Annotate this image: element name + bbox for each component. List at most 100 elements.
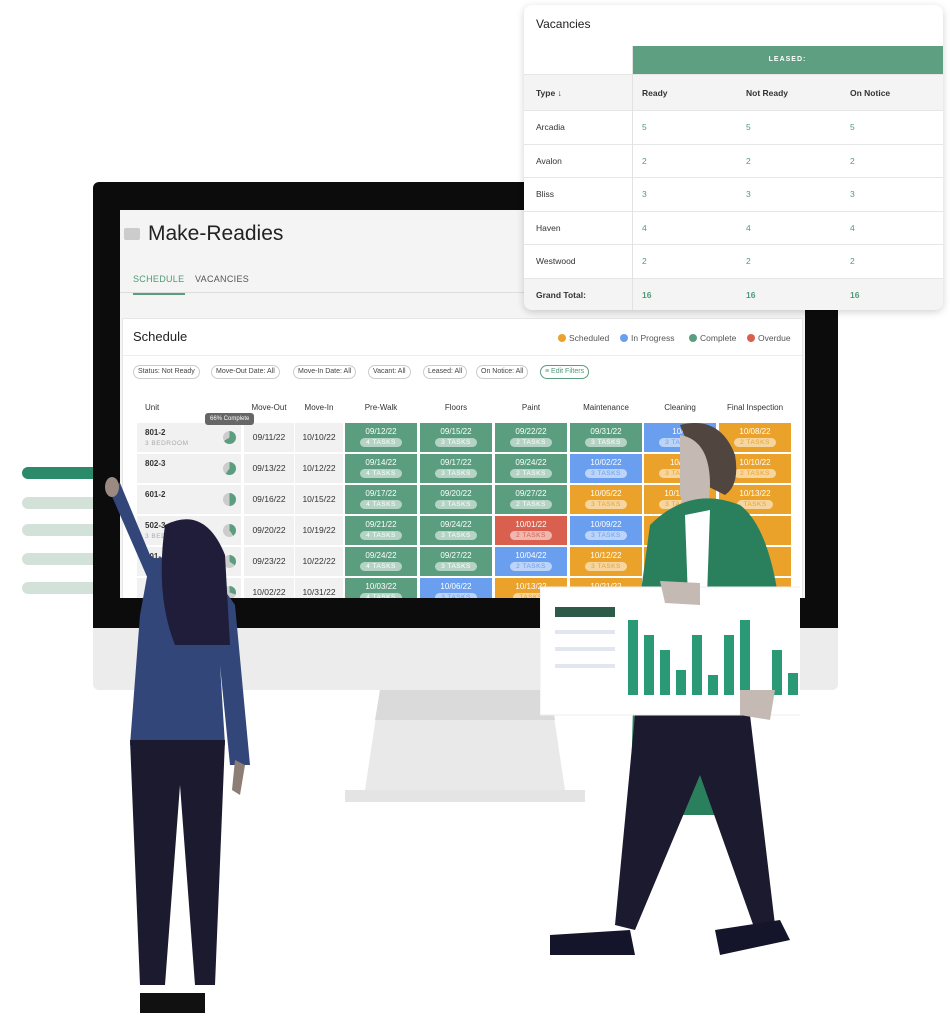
task-count-badge: 3 TASKS [435,469,477,478]
date-cell: 10/22/22 [295,547,343,576]
task-cell-complete[interactable]: 09/14/22 4 TASKS [345,454,417,483]
task-count-badge: 3 TASKS [435,500,477,509]
row-label[interactable]: Type ↓ [536,88,562,98]
row-label: Grand Total: [536,289,586,300]
value-cell: 5 [642,122,647,133]
column-header[interactable]: Move-Out [244,403,294,412]
tab-vacancies[interactable]: VACANCIES [195,274,249,292]
value-cell[interactable]: Not Ready [746,88,788,98]
task-date: 09/15/22 [440,427,472,436]
task-date: 09/27/22 [440,551,472,560]
woman-illustration [105,477,250,1013]
filter-chip[interactable]: Status: Not Ready [133,365,200,379]
legend-label: Complete [700,333,737,343]
value-cell: 5 [746,122,751,133]
task-count-badge: 4 TASKS [360,500,402,509]
column-header[interactable]: Pre-Walk [345,403,417,412]
column-header[interactable]: Cleaning [644,403,716,412]
task-date: 09/17/22 [440,458,472,467]
task-cell-complete[interactable]: 09/15/22 3 TASKS [420,423,492,452]
task-cell-complete[interactable]: 09/21/22 4 TASKS [345,516,417,545]
legend-dot-icon [689,334,697,342]
date-cell: 10/19/22 [295,516,343,545]
task-date: 09/20/22 [440,489,472,498]
task-cell-complete[interactable]: 09/24/22 4 TASKS [345,547,417,576]
edit-filters-button[interactable]: ≡ Edit Filters [540,365,590,379]
unit-cell[interactable]: 801-2 3 BEDROOM [137,423,241,452]
value-cell[interactable]: Ready [642,88,668,98]
filter-chip[interactable]: Vacant: All [368,365,411,379]
toolbox-icon [124,228,140,240]
task-cell-complete[interactable]: 09/17/22 3 TASKS [420,454,492,483]
schedule-title: Schedule [133,329,188,344]
filter-chip[interactable]: Leased: All [423,365,468,379]
task-cell-progress[interactable]: 10/06/22 3 TASKS [420,578,492,598]
progress-pie-icon [223,431,236,444]
task-date: 09/24/22 [365,551,397,560]
value-cell: 3 [642,189,647,200]
filter-chip[interactable]: On Notice: All [476,365,529,379]
column-header[interactable]: Floors [420,403,492,412]
task-cell-complete[interactable]: 09/27/22 3 TASKS [420,547,492,576]
edit-filters-label: Edit Filters [551,368,585,375]
task-cell-complete[interactable]: 09/12/22 4 TASKS [345,423,417,452]
task-date: 09/12/22 [365,427,397,436]
task-date: 09/17/22 [365,489,397,498]
legend-label: Overdue [758,333,791,343]
legend-in-progress: In Progress [620,333,674,343]
value-cell: 2 [850,155,855,166]
task-cell-complete[interactable]: 10/03/22 4 TASKS [345,578,417,598]
row-label: Westwood [536,256,576,267]
task-date: 09/21/22 [365,520,397,529]
value-cell[interactable]: On Notice [850,88,890,98]
value-cell: 2 [642,256,647,267]
task-count-badge: 4 TASKS [360,469,402,478]
value-cell: 5 [850,122,855,133]
value-cell: 4 [746,222,751,233]
date-cell: 10/15/22 [295,485,343,514]
date-cell: 10/10/22 [295,423,343,452]
value-cell: 16 [850,289,860,300]
task-count-badge: 4 TASKS [360,531,402,540]
man-illustration [540,423,800,955]
column-header[interactable]: Move-In [295,403,343,412]
filter-chip[interactable]: Move-Out Date: All [211,365,280,379]
vacancies-header-row: Type ↓ Ready Not Ready On Notice [524,74,943,110]
legend-dot-icon [558,334,566,342]
value-cell: 3 [850,189,855,200]
page-title: Make-Readies [148,222,284,245]
task-cell-complete[interactable]: 09/17/22 4 TASKS [345,485,417,514]
value-cell: 2 [850,256,855,267]
task-cell-complete[interactable]: 09/24/22 3 TASKS [420,516,492,545]
divider [123,355,804,356]
row-label: Bliss [536,189,554,200]
filter-chip[interactable]: Move-In Date: All [293,365,357,379]
task-count-badge: 3 TASKS [435,531,477,540]
vacancies-row: Arcadia 5 5 5 [524,110,943,144]
task-cell-complete[interactable]: 09/20/22 3 TASKS [420,485,492,514]
task-count-badge: 4 TASKS [360,562,402,571]
task-date: 10/03/22 [365,582,397,591]
value-cell: 2 [746,256,751,267]
column-header[interactable]: Paint [495,403,567,412]
column-header[interactable]: Maintenance [570,403,642,412]
column-header[interactable]: Final Inspection [719,403,791,412]
legend-scheduled: Scheduled [558,333,609,343]
task-count-badge: 3 TASKS [435,593,477,598]
task-date: 09/24/22 [440,520,472,529]
task-date: 10/06/22 [440,582,472,591]
legend-label: In Progress [631,333,675,343]
vacancies-card: Vacancies LEASED: Type ↓ Ready Not Ready On… [524,5,943,310]
column-header[interactable]: Unit [137,403,241,412]
legend-complete: Complete [689,333,736,343]
row-label: Avalon [536,155,562,166]
legend-overdue: Overdue [747,333,791,343]
task-count-badge: 4 TASKS [360,593,402,598]
legend-label: Scheduled [569,333,610,343]
unit-number: 801-2 [145,428,166,437]
leased-group-header: LEASED: [632,46,943,74]
value-cell: 4 [642,222,647,233]
vacancies-row: Haven 4 4 4 [524,210,943,244]
vacancies-title: Vacancies [536,17,591,31]
value-cell: 16 [746,289,756,300]
